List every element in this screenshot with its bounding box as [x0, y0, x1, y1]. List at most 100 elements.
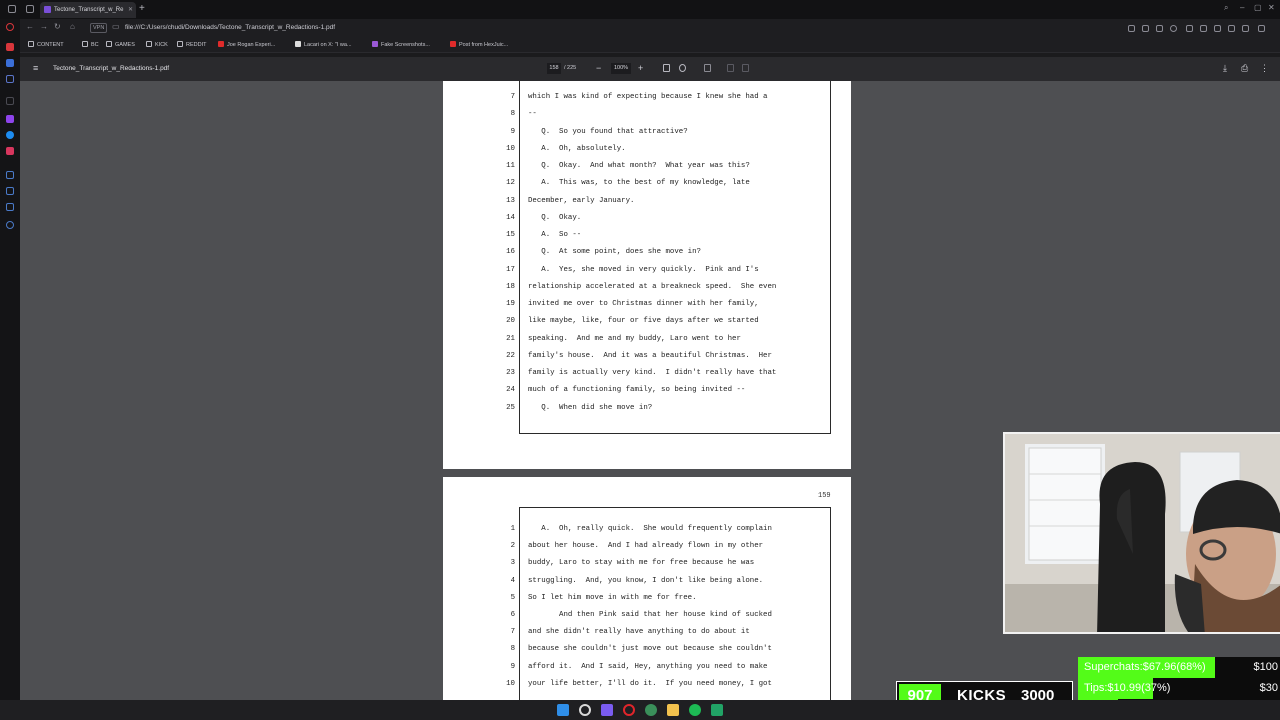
zoom-in-icon[interactable]: + [638, 62, 643, 74]
menu-icon[interactable] [1228, 25, 1235, 32]
line-number: 1 [510, 525, 515, 533]
transcript-line: speaking. And me and my buddy, Laro went… [528, 334, 741, 343]
bookmark-games[interactable]: GAMES [106, 39, 135, 51]
browser-sidebar [0, 19, 20, 700]
url-field[interactable]: file:///C:/Users/chudi/Downloads/Tectone… [125, 22, 335, 34]
spotify-icon[interactable] [689, 704, 701, 716]
search-icon[interactable] [579, 704, 591, 716]
line-number: 7 [510, 628, 515, 637]
messenger-icon[interactable] [6, 131, 14, 139]
profile-icon[interactable] [1258, 25, 1265, 32]
page-number-input[interactable]: 158 [547, 63, 561, 74]
sidebar-app-icon[interactable] [6, 187, 14, 195]
pdf-page-158: 7 which I was kind of expecting because I… [443, 81, 851, 469]
workspaces-icon[interactable] [8, 5, 16, 13]
heart-icon[interactable] [1170, 25, 1177, 32]
opera-icon[interactable] [623, 704, 635, 716]
close-window-icon[interactable]: ✕ [1268, 3, 1275, 12]
sidebar-app-icon[interactable] [6, 171, 14, 179]
sidebar-app-icon[interactable] [6, 97, 14, 105]
speaker-icon[interactable] [1186, 25, 1193, 32]
transcript-line: A. This was, to the best of my knowledge… [528, 179, 750, 188]
sidebar-app-icon[interactable] [6, 43, 14, 51]
search-tabs-icon[interactable]: ⌕ [1224, 3, 1228, 13]
line-number: 8 [510, 110, 515, 119]
pdf-favicon-icon [44, 6, 51, 13]
transcript-line: much of a functioning family, so being i… [528, 386, 746, 395]
bookmark-reddit[interactable]: REDDIT [177, 39, 206, 51]
transcript-line: family's house. And it was a beautiful C… [528, 351, 772, 360]
print-icon[interactable]: ⎙ [1241, 62, 1248, 74]
rotate-icon[interactable] [679, 64, 686, 72]
extension-icon[interactable] [1200, 25, 1207, 32]
more-actions-icon[interactable]: ⋮ [1260, 62, 1269, 74]
transcript-line: and she didn't really have anything to d… [528, 628, 750, 637]
maximize-icon[interactable]: ▢ [1254, 3, 1262, 12]
extension-icon[interactable] [1142, 25, 1149, 32]
transcript-line: A. So -- [528, 231, 582, 239]
minimize-icon[interactable]: – [1240, 3, 1244, 12]
bookmark-joe-rogan[interactable]: Joe Rogan Experi... [218, 39, 275, 51]
tab-pdf[interactable]: Tectone_Transcript_w_Re ✕ [40, 2, 136, 18]
goal-row: Superchats:$67.96(68%) $100 [1078, 657, 1280, 678]
transcript-line: Q. Okay. And what month? What year was t… [528, 162, 750, 170]
page-number: 159 [818, 492, 831, 500]
goal-label: Tips:$10.99(37%) [1084, 682, 1171, 694]
line-number: 22 [506, 351, 515, 360]
download-icon[interactable] [1214, 25, 1221, 32]
extension-icon[interactable] [1128, 25, 1135, 32]
sidebar-app-icon[interactable] [6, 75, 14, 83]
fit-page-icon[interactable] [663, 64, 670, 72]
zoom-out-icon[interactable]: − [596, 62, 601, 74]
line-number: 12 [506, 179, 515, 188]
file-explorer-icon[interactable] [667, 704, 679, 716]
hamburger-menu-icon[interactable]: ≡ [33, 63, 38, 73]
transcript-line: Q. So you found that attractive? [528, 127, 688, 136]
bookmark-hexjuice[interactable]: Post from HexJuic... [450, 39, 508, 51]
ai-icon[interactable] [1242, 25, 1249, 32]
vpn-badge[interactable]: VPN [90, 23, 108, 33]
tab-close-icon[interactable]: ✕ [128, 2, 133, 18]
speed-dial-icon[interactable]: ⌂ [70, 22, 75, 31]
annotate-icon[interactable] [704, 64, 711, 72]
streamer-webcam-image [1005, 434, 1280, 632]
new-tab-icon[interactable]: + [139, 3, 145, 15]
transcript-line: Q. At some point, does she move in? [528, 248, 701, 257]
sidebar-app-icon[interactable] [6, 203, 14, 211]
transcript-line: struggling. And, you know, I don't like … [528, 576, 764, 585]
undo-icon[interactable] [727, 64, 734, 72]
twitch-icon[interactable] [6, 115, 14, 123]
reload-icon[interactable]: ↻ [54, 22, 61, 31]
settings-icon[interactable] [6, 221, 14, 229]
line-number: 10 [506, 679, 515, 688]
webcam-feed [1003, 432, 1280, 634]
instagram-icon[interactable] [6, 147, 14, 155]
bookmark-fake-screenshots[interactable]: Fake Screenshots... [372, 39, 430, 51]
pdf-toolbar: ≡ Tectone_Transcript_w_Redactions-1.pdf … [20, 57, 1280, 81]
bookmark-content[interactable]: CONTENT [28, 39, 64, 51]
download-pdf-icon[interactable]: ⤓ [1223, 62, 1227, 74]
more-icon[interactable] [6, 667, 14, 675]
zoom-level-input[interactable]: 100% [611, 63, 631, 74]
send-icon[interactable] [1156, 25, 1163, 32]
sidebar-app-icon[interactable] [6, 59, 14, 67]
transcript-line: December, early January. [528, 196, 635, 205]
bookmark-lacari[interactable]: Lacari on X: "I wa... [295, 39, 352, 51]
page-total: / 225 [564, 65, 577, 71]
bookmark-bc[interactable]: BC [82, 39, 99, 51]
xbox-icon[interactable] [711, 704, 723, 716]
redo-icon[interactable] [742, 64, 749, 72]
tab-list-icon[interactable] [26, 5, 34, 13]
start-icon[interactable] [557, 704, 569, 716]
windows-taskbar [0, 700, 1280, 720]
transcript-line: Q. When did she move in? [528, 403, 653, 412]
back-icon[interactable]: ← [26, 22, 34, 31]
discord-icon[interactable] [601, 704, 613, 716]
chrome-icon[interactable] [645, 704, 657, 716]
line-number: 19 [506, 300, 515, 308]
bookmark-kick[interactable]: KICK [146, 39, 168, 51]
line-number: 25 [506, 403, 515, 412]
opera-logo-icon[interactable] [6, 23, 14, 31]
forward-icon[interactable]: → [40, 22, 48, 31]
bookmarks-bar: CONTENT BC GAMES KICK REDDIT Joe Rogan E… [20, 37, 1280, 53]
